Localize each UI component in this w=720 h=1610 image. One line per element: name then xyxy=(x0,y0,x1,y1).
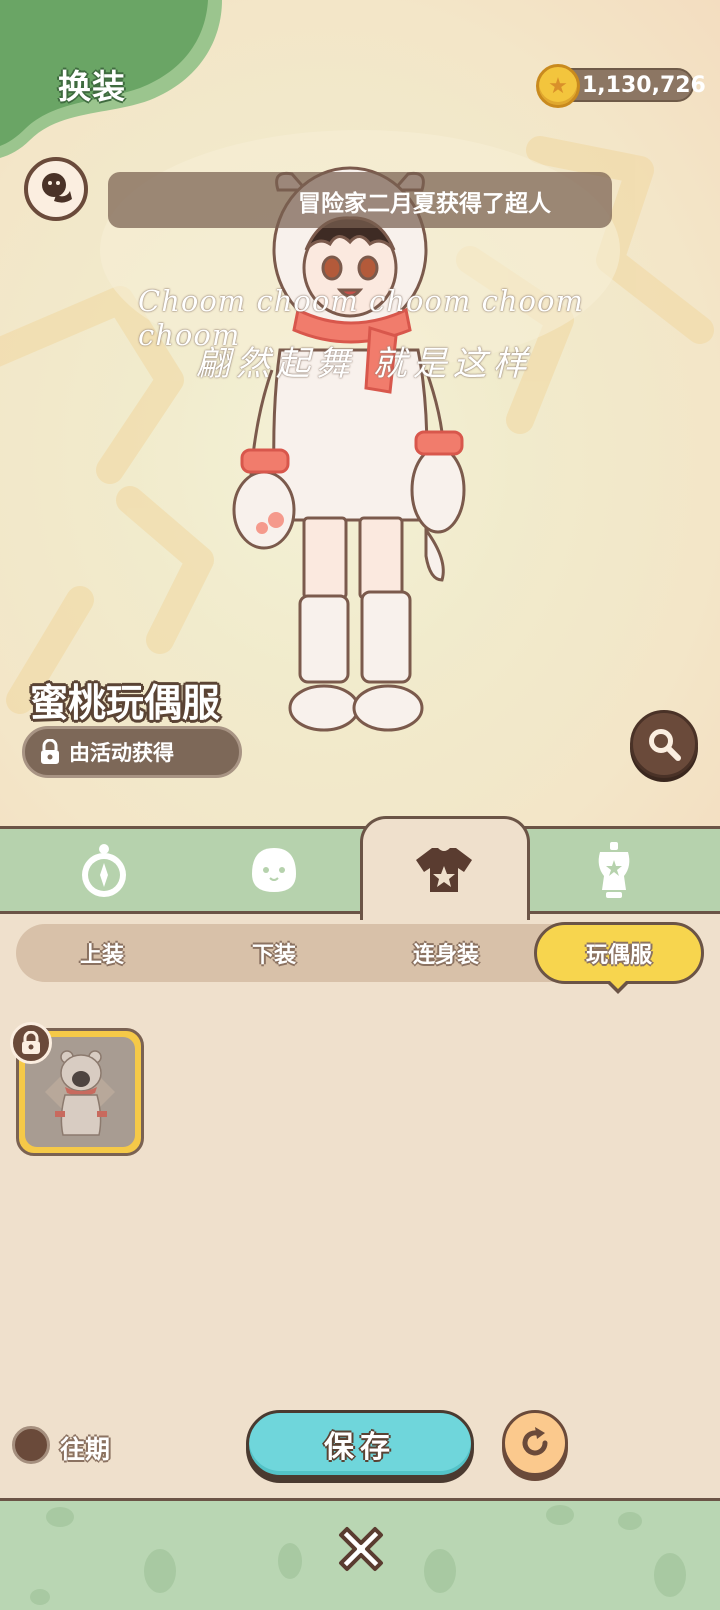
coin-icon: ★ xyxy=(536,64,580,108)
subtab-bottoms[interactable]: 下装 xyxy=(194,924,354,982)
shirt-icon xyxy=(416,848,472,892)
face-icon xyxy=(252,848,296,892)
mannequin-icon xyxy=(598,842,630,898)
close-button[interactable] xyxy=(328,1518,394,1584)
tab-mannequin[interactable] xyxy=(554,832,674,908)
coin-balance: 1,130,726 xyxy=(582,73,706,98)
close-icon xyxy=(339,1527,383,1571)
compass-icon xyxy=(82,844,126,897)
ticker-message: 冒险家二月夏获得了超人 xyxy=(298,191,551,217)
refresh-icon xyxy=(522,1427,548,1456)
obtain-hint-pill: 由活动获得 xyxy=(22,726,242,778)
tab-active-cover xyxy=(363,908,527,920)
lock-icon xyxy=(22,1031,40,1054)
character-illustration xyxy=(232,166,466,732)
lock-icon xyxy=(41,739,59,764)
tab-face[interactable] xyxy=(214,832,334,908)
subtab-tops[interactable]: 上装 xyxy=(22,924,182,982)
zoom-button[interactable] xyxy=(630,710,698,778)
subtab-onepiece[interactable]: 连身装 xyxy=(366,924,526,982)
save-button[interactable]: 保存 xyxy=(246,1410,474,1478)
page-title: 换装 xyxy=(58,67,126,106)
obtain-hint-text: 由活动获得 xyxy=(69,741,174,765)
lyric-line-2: 翩然起舞 就是这样 xyxy=(196,344,533,384)
subtab-pointer-inner xyxy=(609,980,627,989)
reset-button[interactable] xyxy=(502,1410,568,1476)
item-lock-badge xyxy=(10,1022,52,1064)
outfit-name: 蜜桃玩偶服 xyxy=(30,681,221,725)
character-preview-scene: 换装 ★ 1,130,726 冒险家二月夏获得了超人 Choom choom c… xyxy=(0,0,720,826)
tab-accessories[interactable] xyxy=(44,832,164,908)
avatar-icon xyxy=(42,173,72,203)
past-label[interactable]: 往期 xyxy=(60,1430,110,1466)
past-toggle[interactable] xyxy=(12,1426,50,1464)
tab-clothing[interactable] xyxy=(384,832,504,908)
subtab-costume[interactable]: 玩偶服 xyxy=(534,922,704,984)
magnifier-icon xyxy=(649,729,681,761)
profile-button[interactable] xyxy=(24,157,88,221)
